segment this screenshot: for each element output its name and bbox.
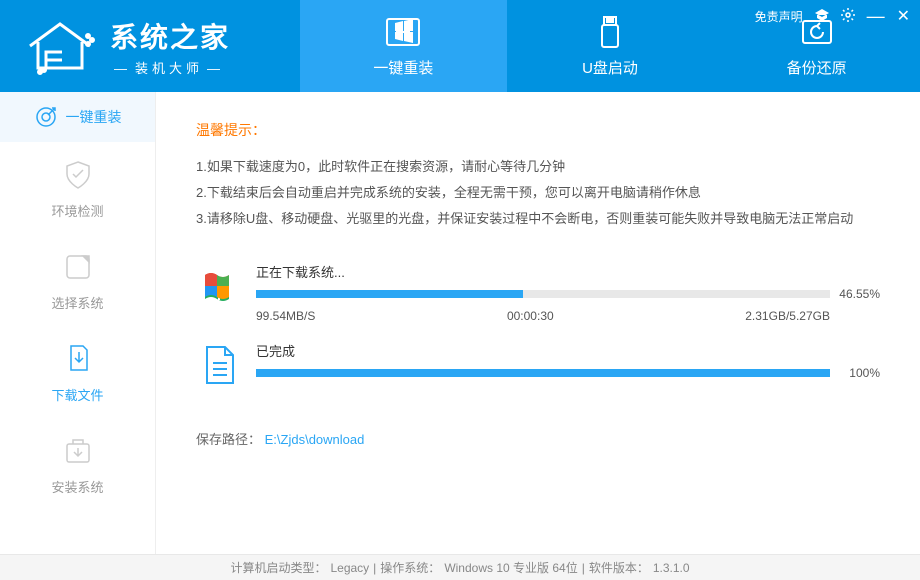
nav-label: 备份还原 xyxy=(787,57,847,78)
nav-usb[interactable]: U盘启动 xyxy=(507,0,714,92)
sidebar-label: 一键重装 xyxy=(66,107,122,127)
app-title: 系统之家 xyxy=(110,16,230,56)
document-icon xyxy=(196,341,244,389)
tips-title: 温馨提示： xyxy=(196,120,880,140)
tips-list: 1.如果下载速度为0，此时软件正在搜索资源，请耐心等待几分钟 2.下载结束后会自… xyxy=(196,154,880,232)
save-path-value[interactable]: E:\Zjds\download xyxy=(265,432,365,447)
save-path-row: 保存路径： E:\Zjds\download xyxy=(196,429,880,448)
main-content: 温馨提示： 1.如果下载速度为0，此时软件正在搜索资源，请耐心等待几分钟 2.下… xyxy=(156,92,920,554)
header: 系统之家 装机大师 一键重装 U盘启动 备份还原 免责声明 xyxy=(0,0,920,92)
window-controls: 免责声明 — ✕ xyxy=(755,6,910,26)
disclaimer-link[interactable]: 免责声明 xyxy=(755,8,803,25)
sidebar-item-env: 环境检测 xyxy=(0,142,155,234)
close-button[interactable]: ✕ xyxy=(897,6,910,26)
os-label: 操作系统： xyxy=(380,559,440,576)
tip-line: 3.请移除U盘、移动硬盘、光驱里的光盘，并保证安装过程中不会断电，否则重装可能失… xyxy=(196,206,880,232)
sidebar-item-download: 下载文件 xyxy=(0,326,155,418)
sidebar-item-select: 选择系统 xyxy=(0,234,155,326)
house-logo-icon xyxy=(20,16,100,76)
windows-flag-icon xyxy=(196,262,244,310)
version-value: 1.3.1.0 xyxy=(653,561,690,575)
sidebar-label: 安装系统 xyxy=(51,477,103,496)
download-icon xyxy=(60,341,96,377)
boot-type-label: 计算机启动类型： xyxy=(230,559,326,576)
sidebar-item-reinstall[interactable]: 一键重装 xyxy=(0,92,155,142)
gear-icon[interactable] xyxy=(841,8,855,25)
sidebar-label: 下载文件 xyxy=(51,385,103,404)
sidebar-label: 环境检测 xyxy=(51,201,103,220)
nav-reinstall[interactable]: 一键重装 xyxy=(300,0,507,92)
tip-line: 2.下载结束后会自动重启并完成系统的安装，全程无需干预，您可以离开电脑请稍作休息 xyxy=(196,180,880,206)
download-size: 2.31GB/5.27GB xyxy=(745,309,830,323)
complete-progress-bar xyxy=(256,369,830,377)
save-path-label: 保存路径： xyxy=(196,432,261,447)
download-elapsed: 00:00:30 xyxy=(507,309,554,323)
minimize-button[interactable]: — xyxy=(867,12,885,20)
download-percent: 46.55% xyxy=(838,287,880,301)
complete-progress-row: 已完成 100% xyxy=(196,341,880,389)
download-status: 正在下载系统... xyxy=(256,262,880,281)
sidebar-label: 选择系统 xyxy=(51,293,103,312)
install-icon xyxy=(60,433,96,469)
usb-icon xyxy=(590,15,630,51)
logo-area: 系统之家 装机大师 xyxy=(0,0,300,92)
version-label: 软件版本： xyxy=(589,559,649,576)
nav-label: U盘启动 xyxy=(582,57,638,78)
shield-icon xyxy=(60,157,96,193)
boot-type-value: Legacy xyxy=(330,561,369,575)
download-progress-bar xyxy=(256,290,830,298)
complete-percent: 100% xyxy=(838,366,880,380)
nav-label: 一键重装 xyxy=(373,57,433,78)
sidebar: 一键重装 环境检测 选择系统 下载文件 安装系统 xyxy=(0,92,156,554)
app-subtitle: 装机大师 xyxy=(110,58,230,77)
tip-line: 1.如果下载速度为0，此时软件正在搜索资源，请耐心等待几分钟 xyxy=(196,154,880,180)
select-icon xyxy=(60,249,96,285)
sidebar-item-install: 安装系统 xyxy=(0,418,155,510)
os-value: Windows 10 专业版 64位 xyxy=(444,559,577,576)
download-progress-row: 正在下载系统... 46.55% 99.54MB/S 00:00:30 2.31… xyxy=(196,262,880,323)
windows-icon xyxy=(383,15,423,51)
graduation-icon[interactable] xyxy=(815,9,829,24)
target-icon xyxy=(34,105,58,129)
status-bar: 计算机启动类型： Legacy | 操作系统： Windows 10 专业版 6… xyxy=(0,554,920,580)
download-speed: 99.54MB/S xyxy=(256,309,315,323)
complete-label: 已完成 xyxy=(256,341,880,360)
